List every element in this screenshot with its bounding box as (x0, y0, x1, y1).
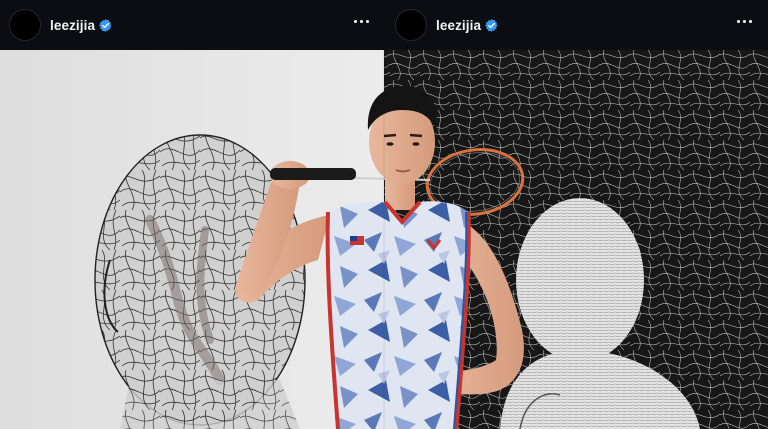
verified-badge-icon (485, 18, 498, 32)
more-options-icon[interactable] (735, 16, 754, 27)
avatar[interactable] (9, 9, 41, 41)
post-photo[interactable] (0, 50, 768, 429)
username-link[interactable]: leezijia (50, 18, 95, 33)
more-options-icon[interactable] (352, 16, 371, 27)
post-header-left: leezijia (0, 0, 384, 50)
username-link[interactable]: leezijia (436, 18, 481, 33)
post-header-right: leezijia (384, 0, 768, 50)
avatar[interactable] (395, 9, 427, 41)
verified-badge-icon (99, 18, 112, 32)
